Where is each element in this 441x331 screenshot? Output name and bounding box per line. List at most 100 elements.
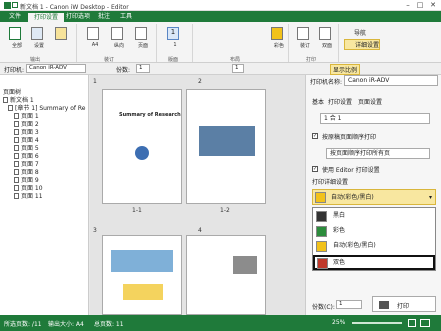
print-button[interactable]: 打印 (372, 296, 436, 312)
paper-size-button[interactable]: A4 (84, 25, 102, 51)
minimize-icon[interactable]: – (402, 1, 414, 10)
tab-basic[interactable]: 基本 (312, 97, 324, 106)
tree-page-6[interactable]: 页面 6 (14, 153, 39, 161)
tree-page-3[interactable]: 页面 3 (14, 129, 39, 137)
page-thumbnail-4[interactable] (186, 235, 266, 315)
copies-input[interactable]: 1 (136, 64, 150, 73)
document-icon (9, 27, 21, 40)
photo-image (199, 126, 255, 156)
ribbon-tabs: 文件 打印设置 打印选项 批注 工具 (0, 11, 441, 22)
fit-page-icon[interactable] (408, 319, 416, 327)
tab-page-settings[interactable]: 页面设置 (358, 97, 382, 106)
print-mode-button[interactable] (52, 25, 70, 51)
tab-tools[interactable]: 工具 (114, 12, 138, 22)
tree-page-7[interactable]: 页面 7 (14, 161, 39, 169)
button-label: 设置 (33, 43, 44, 49)
duplex-icon (319, 27, 331, 40)
option-auto[interactable]: 自动(彩色/黑白) (313, 239, 435, 254)
tree-page-2[interactable]: 页面 2 (14, 121, 39, 129)
tree-label: 页面 11 (21, 193, 43, 200)
table-image (123, 284, 163, 300)
page-thumbnail-1[interactable]: Summary of Research (102, 89, 182, 204)
detailed-settings-option[interactable]: 详细设置 (344, 39, 381, 50)
page-thumbnail-3[interactable] (102, 235, 182, 315)
tree-root[interactable]: 新文档 1 (3, 97, 34, 105)
layout-number-icon: 1 (167, 27, 179, 40)
zoom-slider[interactable] (352, 322, 402, 324)
option-mono[interactable]: 黑白 (313, 209, 435, 224)
color-mode-value: 自动(彩色/黑白) (331, 194, 374, 201)
portrait-icon (111, 27, 123, 40)
page-tree-header: 页面树 (3, 89, 22, 96)
collate-checkbox[interactable]: ✓ (312, 133, 318, 139)
quick-save-icon[interactable] (12, 2, 18, 8)
use-editor-settings-checkbox[interactable]: ✓ (312, 166, 318, 172)
tab-file[interactable]: 文件 (3, 12, 27, 22)
tab-annotation[interactable]: 批注 (92, 12, 116, 22)
tree-chapter[interactable]: [章节 1] Summary of Re (8, 105, 86, 113)
tree-label: 页面 9 (21, 177, 39, 184)
page-button[interactable]: 页面 (132, 25, 150, 51)
option-color[interactable]: 彩色 (313, 224, 435, 239)
navigation-option[interactable]: 导航 (344, 28, 366, 37)
fit-width-icon[interactable] (420, 319, 430, 327)
maximize-icon[interactable]: □ (414, 1, 426, 10)
printer-select[interactable]: Canon iR-ADV (26, 64, 86, 73)
button-label: 1 (173, 42, 177, 48)
page-number: 2 (198, 78, 202, 85)
color-mode-button[interactable]: 彩色 (268, 25, 286, 51)
page-thumbnail-2[interactable] (186, 89, 266, 204)
close-icon[interactable]: ✕ (427, 1, 439, 10)
tree-page-8[interactable]: 页面 8 (14, 169, 39, 177)
printer-icon (379, 301, 389, 309)
page-input[interactable]: 1 (232, 64, 244, 73)
color-mode-select[interactable]: 自动(彩色/黑白) ▾ (312, 189, 436, 205)
staple-button[interactable]: 装订 (294, 25, 312, 51)
color-dropdown-list: 黑白 彩色 自动(彩色/黑白) 双色 (312, 207, 436, 271)
page-icon (14, 161, 19, 167)
zoom-level: 25% (332, 319, 346, 326)
app-icon (4, 2, 11, 9)
tab-print-options[interactable]: 打印选项 (60, 12, 96, 22)
tree-page-10[interactable]: 页面 10 (14, 185, 43, 193)
tree-page-11[interactable]: 页面 11 (14, 193, 43, 201)
duplex-button[interactable]: 双面 (316, 25, 334, 51)
tab-print-settings[interactable]: 打印设置 (328, 97, 352, 106)
group-label-paper: 布局 (230, 57, 241, 63)
zoom-label[interactable]: 显示比例 (330, 64, 361, 75)
title-bar: 新文档 1 - Canon iW Desktop - Editor – □ ✕ (0, 0, 441, 11)
option-two-color[interactable]: 双色 (313, 255, 435, 270)
tree-page-1[interactable]: 页面 1 (14, 113, 39, 121)
logo-image (135, 146, 149, 160)
layout-button[interactable]: 1 1 (164, 25, 182, 51)
tree-page-5[interactable]: 页面 5 (14, 145, 39, 153)
pages-per-sheet-select[interactable]: 1 合 1 (320, 113, 430, 124)
page-order-select[interactable]: 按页面顺序打印所有页 (326, 148, 430, 159)
option-label: 双色 (333, 259, 346, 266)
page-icon (14, 129, 19, 135)
page-label: 1-2 (220, 207, 230, 214)
tree-label: 页面 8 (21, 169, 39, 176)
group-label-binding: 装订 (104, 57, 115, 63)
print-label: 打印 (397, 303, 410, 310)
copies-input[interactable]: 1 (336, 300, 362, 309)
printer-name-select[interactable]: Canon iR-ADV (344, 75, 438, 86)
doc-title: Summary of Research (119, 112, 181, 118)
printer-label: 打印机: (4, 67, 25, 74)
button-label: A4 (91, 42, 99, 48)
output-settings-button[interactable]: 设置 (28, 25, 46, 51)
divider (76, 24, 77, 62)
copies-label: 份数: (116, 67, 131, 74)
page-icon (14, 193, 19, 199)
chapter-icon (8, 105, 13, 111)
page-number: 1 (93, 78, 97, 85)
button-label: 页面 (137, 43, 148, 49)
divider (156, 24, 157, 62)
orientation-button[interactable]: 纵向 (108, 25, 126, 51)
tab-print-settings[interactable]: 打印设置 (28, 12, 65, 22)
tree-page-4[interactable]: 页面 4 (14, 137, 39, 145)
tree-page-9[interactable]: 页面 9 (14, 177, 39, 185)
output-all-button[interactable]: 全部 (6, 25, 24, 51)
total-pages: 总页数: 11 (94, 321, 124, 328)
tree-label: 页面 6 (21, 153, 39, 160)
